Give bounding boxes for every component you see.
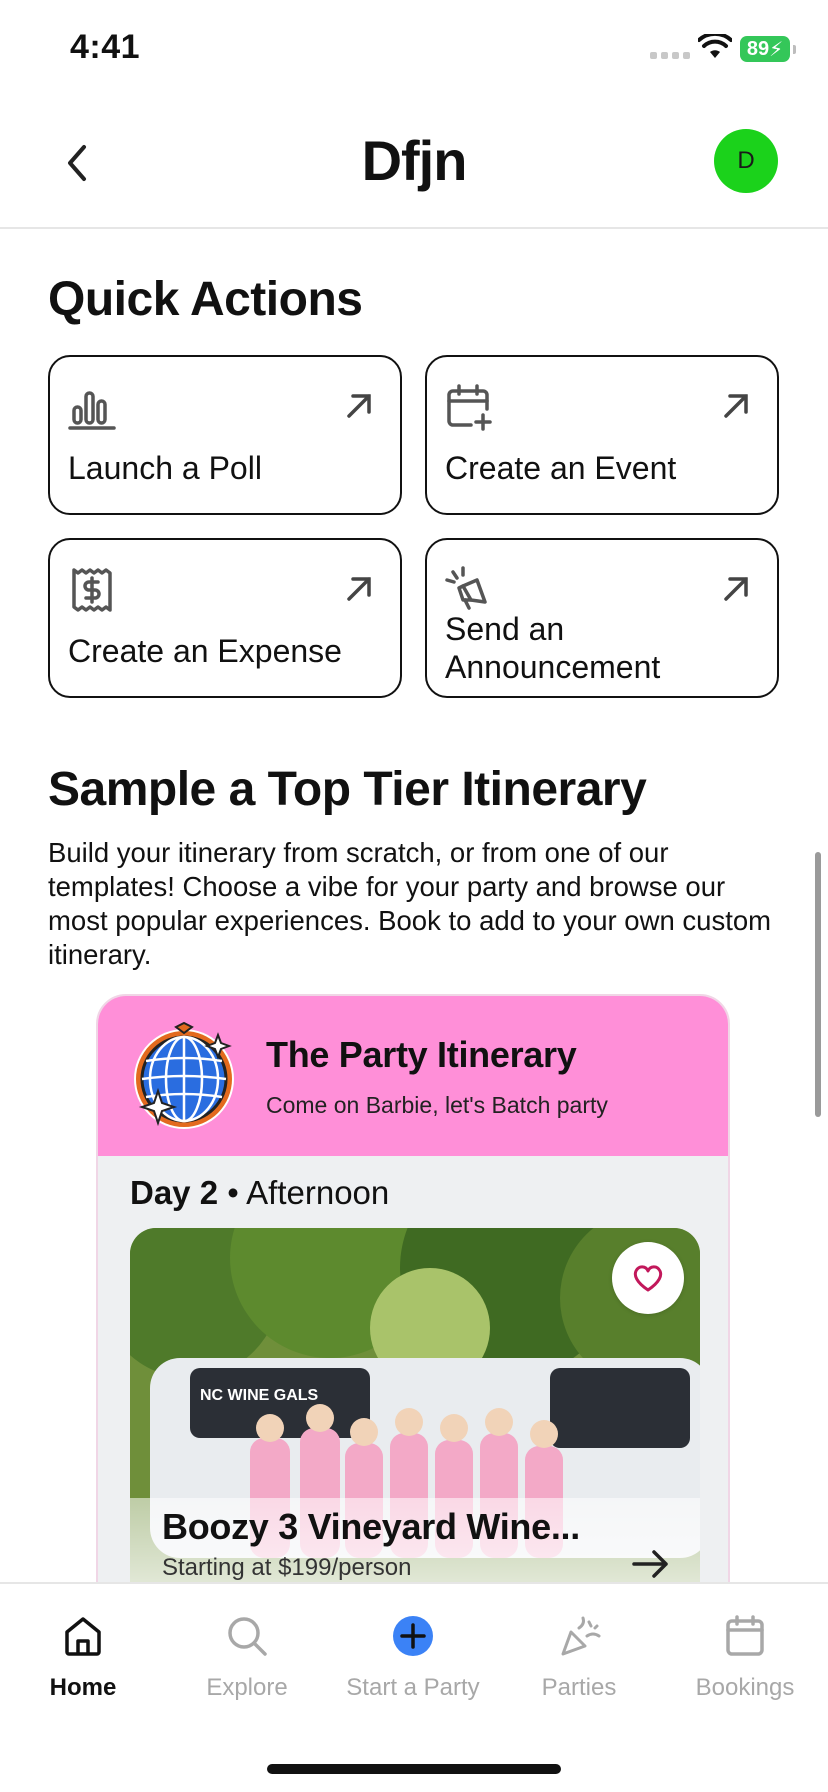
battery-level: 89 (746, 37, 770, 60)
scrollbar[interactable] (815, 852, 821, 1117)
status-bar: 4:41 89 ⚡ (0, 0, 828, 100)
experience-price: Starting at $199/person (162, 1554, 412, 1581)
tab-label: Bookings (695, 1674, 795, 1701)
create-event-button[interactable]: Create an Event (425, 355, 779, 515)
time-of-day: Afternoon (246, 1174, 390, 1211)
day-number: Day 2 (130, 1174, 219, 1211)
send-announcement-button[interactable]: Send an Announcement (425, 538, 779, 698)
tab-home[interactable]: Home (0, 1614, 166, 1702)
create-expense-button[interactable]: Create an Expense (48, 538, 402, 698)
app-header: Dfjn D (0, 100, 828, 229)
itinerary-tagline: Come on Barbie, let's Batch party (266, 1092, 608, 1118)
tab-parties[interactable]: Parties (496, 1614, 662, 1702)
home-icon (65, 1617, 101, 1656)
tab-label: Home (49, 1674, 117, 1701)
battery-indicator: 89 ⚡ (740, 36, 796, 62)
arrow-right-icon[interactable] (630, 1544, 670, 1584)
tab-bookings[interactable]: Bookings (662, 1614, 828, 1702)
party-popper-icon (561, 1616, 601, 1656)
tab-explore[interactable]: Explore (164, 1614, 330, 1702)
day-separator: • (227, 1174, 239, 1211)
quick-actions-title: Quick Actions (48, 273, 363, 326)
bar-chart-icon (68, 391, 116, 430)
itinerary-card-header: The Party Itinerary Come on Barbie, let'… (98, 996, 728, 1156)
arrow-up-right-icon (724, 394, 748, 418)
arrow-up-right-icon (347, 394, 371, 418)
tab-label: Start a Party (346, 1674, 480, 1701)
itinerary-name: The Party Itinerary (266, 1034, 577, 1075)
favorite-button[interactable] (612, 1242, 684, 1314)
van-sign-text: NC WINE GALS (200, 1387, 319, 1404)
heart-icon (633, 1265, 663, 1292)
experience-card[interactable]: NC WINE GALS Boozy 3 Vineyard Wine... St… (130, 1228, 700, 1592)
calendar-icon (726, 1615, 764, 1656)
cellular-signal-icon (650, 52, 690, 59)
itinerary-description: Build your itinerary from scratch, or fr… (48, 837, 772, 970)
arrow-up-right-icon (724, 577, 748, 601)
receipt-dollar-icon (72, 568, 112, 612)
action-label: Launch a Poll (68, 450, 262, 486)
tab-bar: Home Explore Start a Party Parties Booki… (0, 1582, 828, 1792)
tab-label: Explore (206, 1674, 288, 1701)
status-time: 4:41 (70, 28, 141, 66)
experience-name: Boozy 3 Vineyard Wine... (162, 1506, 580, 1547)
wifi-icon (698, 34, 732, 58)
tab-start-party[interactable]: Start a Party (330, 1614, 496, 1702)
day-label: Day 2 • Afternoon (130, 1174, 389, 1212)
home-indicator (267, 1764, 561, 1774)
action-label: Create an Expense (68, 633, 342, 669)
search-icon (228, 1617, 267, 1656)
action-label: Create an Event (445, 450, 677, 486)
avatar[interactable]: D (714, 129, 778, 193)
itinerary-card[interactable]: The Party Itinerary Come on Barbie, let'… (96, 994, 730, 1594)
charging-bolt-icon: ⚡ (769, 38, 784, 61)
calendar-plus-icon (447, 384, 492, 431)
itinerary-section-title: Sample a Top Tier Itinerary (48, 763, 647, 816)
tab-label: Parties (541, 1674, 617, 1701)
arrow-up-right-icon (347, 577, 371, 601)
disco-ball-icon (134, 1021, 234, 1129)
page-title: Dfjn (361, 129, 468, 192)
megaphone-icon (445, 566, 487, 610)
action-label: Send an Announcement (445, 611, 661, 685)
plus-circle-icon (393, 1616, 433, 1656)
launch-poll-button[interactable]: Launch a Poll (48, 355, 402, 515)
